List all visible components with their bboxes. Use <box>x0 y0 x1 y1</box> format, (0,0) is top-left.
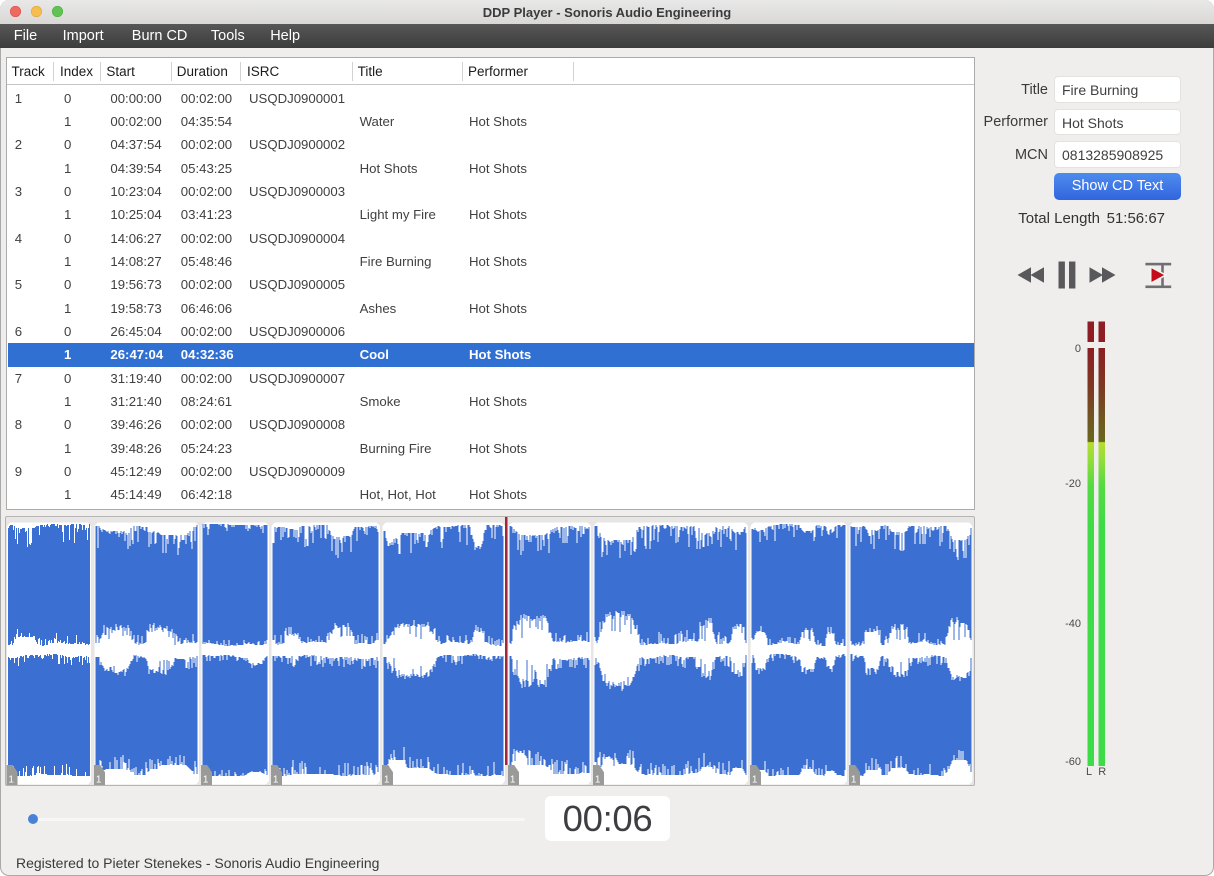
svg-text:1: 1 <box>96 775 102 786</box>
svg-text:1: 1 <box>851 775 857 786</box>
svg-text:1: 1 <box>510 775 516 786</box>
svg-text:1: 1 <box>203 775 209 786</box>
svg-text:1: 1 <box>273 775 279 786</box>
svg-text:1: 1 <box>752 775 758 786</box>
svg-text:1: 1 <box>595 775 601 786</box>
svg-text:1: 1 <box>384 775 390 786</box>
svg-text:1: 1 <box>8 775 14 786</box>
